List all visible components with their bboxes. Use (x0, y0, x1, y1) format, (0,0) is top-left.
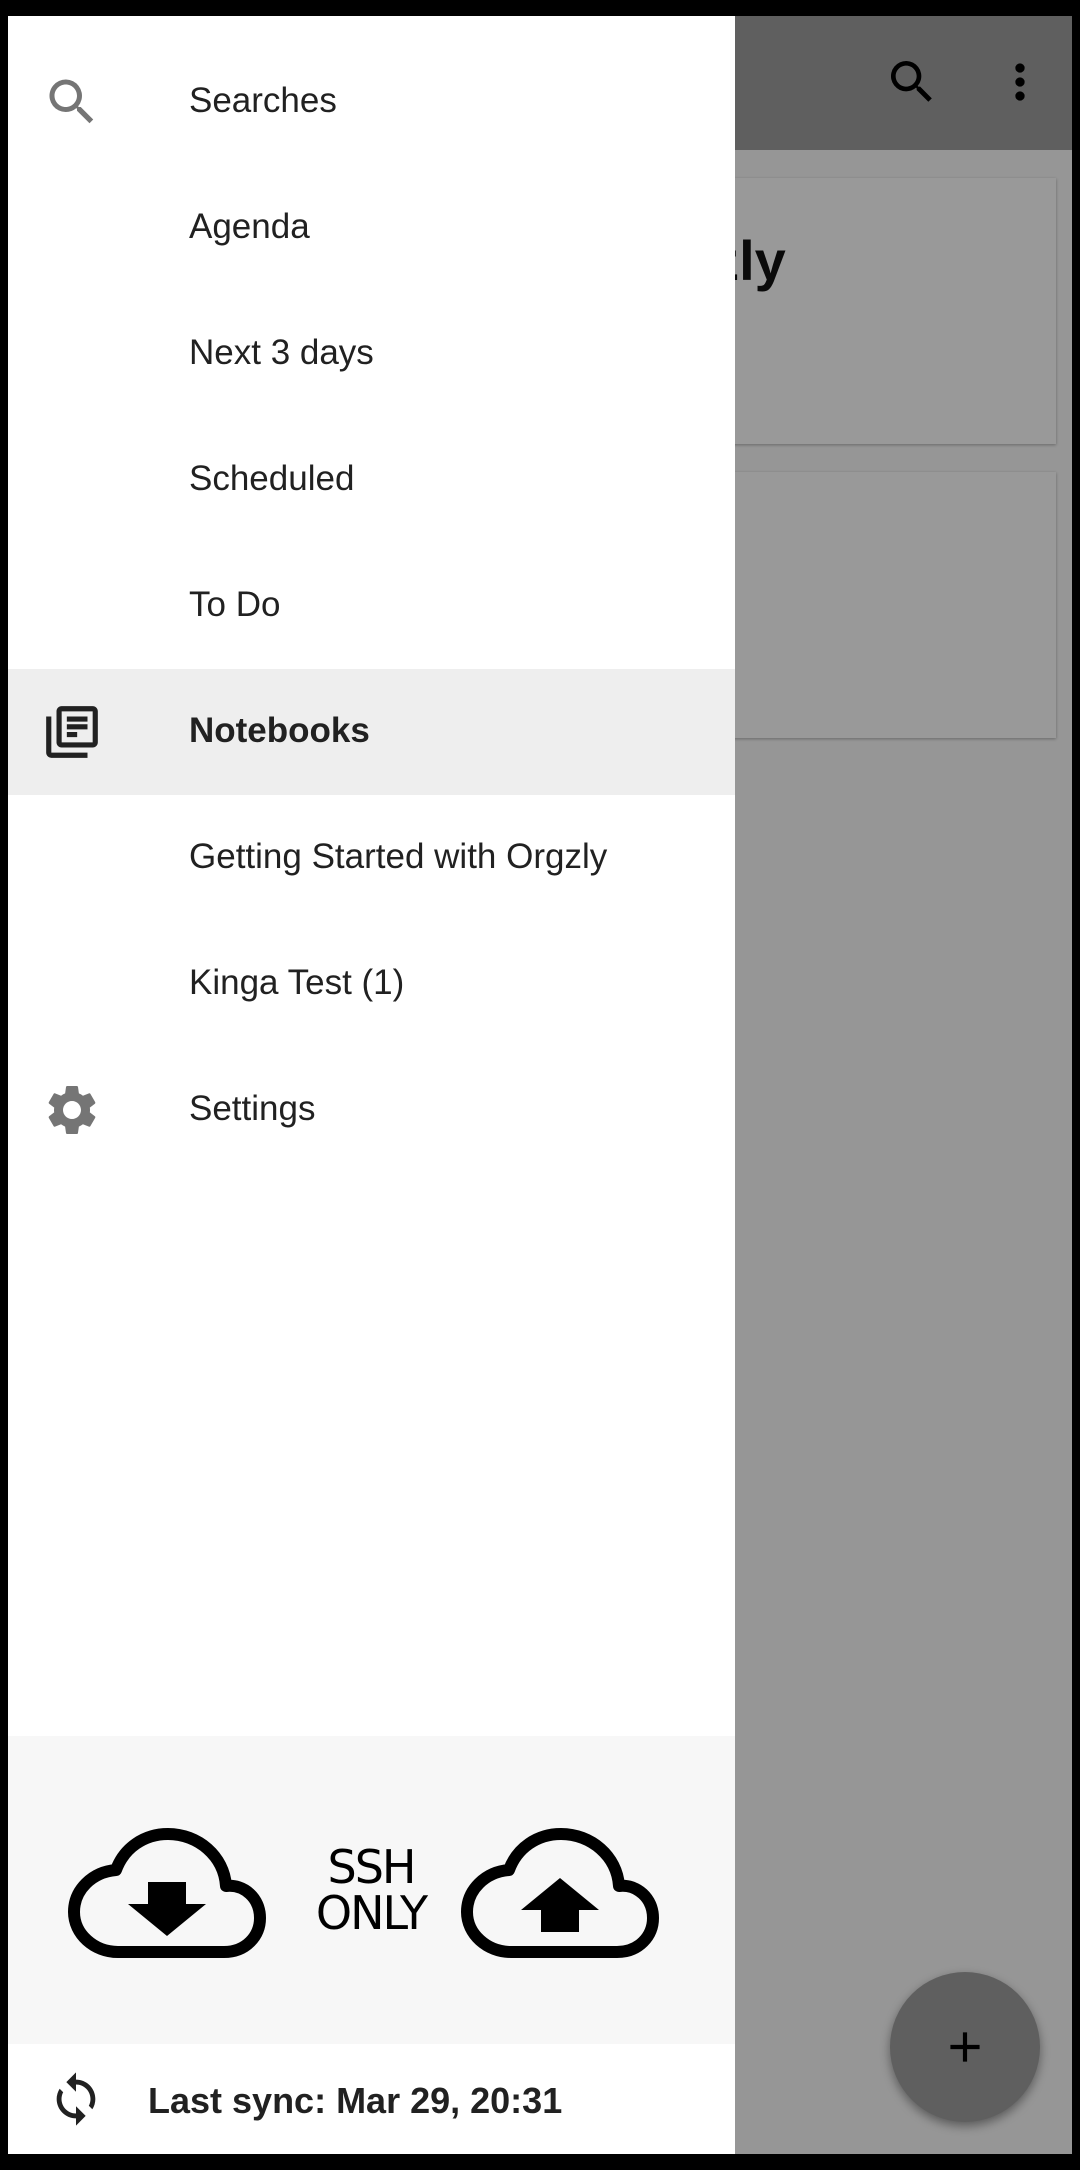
drawer-item-notebooks[interactable]: Notebooks (8, 669, 735, 795)
drawer-item-label: Kinga Test (1) (189, 963, 405, 1002)
drawer-item-notebook-getting-started[interactable]: Getting Started with Orgzly (8, 795, 735, 921)
sync-icon[interactable] (44, 2067, 108, 2131)
drawer-item-label: To Do (189, 585, 281, 624)
navigation-drawer: Searches Agenda Next 3 days Scheduled To… (8, 16, 735, 2154)
drawer-item-searches[interactable]: Searches (8, 39, 735, 165)
drawer-item-next-3-days[interactable]: Next 3 days (8, 291, 735, 417)
drawer-item-agenda[interactable]: Agenda (8, 165, 735, 291)
gear-icon (36, 1074, 108, 1146)
cloud-upload-icon[interactable] (459, 1824, 659, 1964)
drawer-item-settings[interactable]: Settings (8, 1047, 735, 1173)
ssh-only-label: SSH ONLY (315, 1840, 428, 1940)
cloud-download-icon[interactable] (66, 1824, 266, 1964)
last-sync-text: Last sync: Mar 29, 20:31 (148, 2080, 563, 2121)
drawer-item-label: Searches (189, 81, 337, 120)
drawer-item-label: Scheduled (189, 459, 355, 498)
drawer-item-scheduled[interactable]: Scheduled (8, 417, 735, 543)
search-icon (36, 66, 108, 138)
drawer-item-label: Getting Started with Orgzly (189, 837, 608, 876)
drawer-item-label: Settings (189, 1089, 316, 1128)
drawer-item-label: Agenda (189, 207, 310, 246)
drawer-item-todo[interactable]: To Do (8, 543, 735, 669)
last-sync-footer[interactable]: Last sync: Mar 29, 20:31 (8, 2044, 735, 2154)
drawer-item-label: Next 3 days (189, 333, 374, 372)
sync-panel: SSH ONLY (8, 1736, 735, 2044)
notebooks-icon (36, 696, 108, 768)
drawer-item-notebook-kinga-test[interactable]: Kinga Test (1) (8, 921, 735, 1047)
drawer-item-label: Notebooks (189, 711, 370, 750)
